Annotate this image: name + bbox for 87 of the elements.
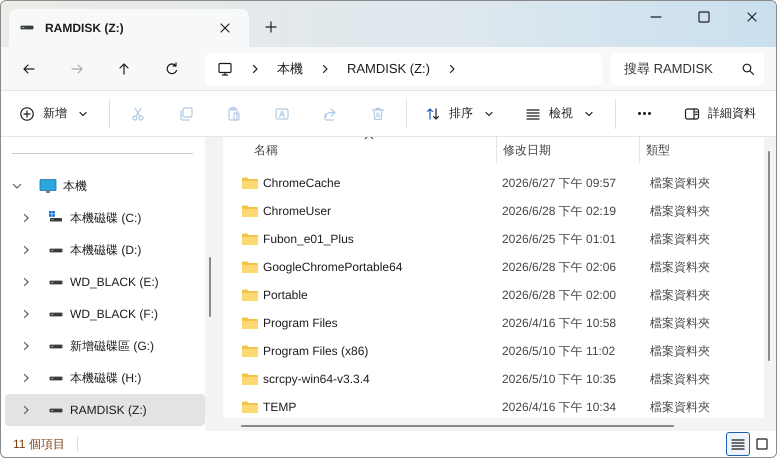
- tree-item[interactable]: RAMDISK (Z:): [5, 394, 205, 426]
- search-field[interactable]: 搜尋 RAMDISK: [610, 52, 764, 85]
- rename-icon: [274, 106, 290, 122]
- folder-icon: [241, 343, 259, 360]
- clipboard-icon: [226, 106, 242, 122]
- folder-icon: [241, 175, 259, 192]
- modified-date: 2026/6/28 下午 02:00: [501, 286, 618, 304]
- breadcrumb-item[interactable]: 本機: [276, 60, 303, 78]
- file-type: 檔案資料夾: [649, 174, 710, 192]
- file-type: 檔案資料夾: [649, 342, 710, 360]
- tree-item[interactable]: WD_BLACK (F:): [5, 298, 205, 330]
- file-name[interactable]: Program Files: [263, 316, 338, 330]
- file-type: 檔案資料夾: [649, 370, 710, 388]
- tree-item[interactable]: 本機: [5, 170, 205, 202]
- scrollbar-thumb[interactable]: [768, 151, 770, 362]
- address-bar[interactable]: 本機 RAMDISK (Z:): [204, 52, 602, 85]
- file-type: 檔案資料夾: [649, 398, 710, 416]
- tree-item[interactable]: 本機磁碟 (H:): [5, 362, 205, 394]
- sort-button[interactable]: 排序: [417, 98, 505, 130]
- scrollbar-thumb[interactable]: [241, 425, 674, 428]
- modified-date: 2026/4/16 下午 10:34: [501, 398, 618, 416]
- column-header[interactable]: 名稱: [223, 137, 496, 164]
- column-header[interactable]: 修改日期: [496, 137, 639, 164]
- window-tab[interactable]: RAMDISK (Z:): [9, 8, 249, 47]
- drive-icon: [49, 280, 63, 285]
- monitor-icon: [216, 60, 233, 77]
- share-icon: [322, 106, 338, 122]
- folder-icon: [241, 399, 259, 416]
- plus-icon: [263, 18, 279, 35]
- tree-item[interactable]: 新增磁碟區 (G:): [5, 330, 205, 362]
- file-name[interactable]: GoogleChromePortable64: [263, 260, 402, 274]
- file-type: 檔案資料夾: [649, 202, 710, 220]
- drive-icon: [20, 25, 34, 30]
- modified-date: 2026/6/25 下午 01:01: [501, 230, 618, 248]
- tab-title: RAMDISK (Z:): [45, 20, 125, 35]
- file-type: 檔案資料夾: [649, 258, 710, 276]
- trash-icon: [370, 106, 386, 122]
- folder-icon: [241, 259, 259, 276]
- modified-date: 2026/6/28 下午 02:19: [501, 202, 618, 220]
- scrollbar-thumb[interactable]: [209, 257, 211, 318]
- modified-date: 2026/5/10 下午 11:02: [501, 342, 616, 360]
- maximize-icon: [696, 9, 712, 25]
- drive-icon: [49, 344, 63, 349]
- file-name[interactable]: Program Files (x86): [263, 344, 368, 358]
- search-button[interactable]: [740, 60, 756, 77]
- tree-item[interactable]: WD_BLACK (E:): [5, 266, 205, 298]
- item-count: 11 個項目: [13, 436, 65, 453]
- file-name[interactable]: scrcpy-win64-v3.3.4: [263, 372, 370, 386]
- folder-icon: [241, 287, 259, 304]
- folder-icon: [241, 231, 259, 248]
- tree-item[interactable]: 本機磁碟 (C:): [5, 202, 205, 234]
- details-pane-button[interactable]: 詳細資料: [676, 98, 764, 130]
- new-button[interactable]: 新增: [11, 98, 99, 130]
- modified-date: 2026/5/10 下午 10:35: [501, 370, 618, 388]
- file-name[interactable]: ChromeUser: [263, 204, 332, 218]
- modified-date: 2026/4/16 下午 10:58: [501, 314, 618, 332]
- view-button[interactable]: 檢視: [517, 98, 605, 130]
- minimize-icon: [650, 16, 662, 18]
- column-header[interactable]: 類型: [639, 137, 761, 164]
- drive-icon: [49, 248, 63, 253]
- file-type: 檔案資料夾: [649, 286, 710, 304]
- folder-icon: [241, 203, 259, 220]
- sort-arrows-icon: [425, 106, 441, 122]
- file-type: 檔案資料夾: [649, 314, 710, 332]
- folder-icon: [241, 371, 259, 388]
- breadcrumb-item[interactable]: RAMDISK (Z:): [346, 61, 430, 76]
- monitor-icon: [39, 178, 57, 194]
- modified-date: 2026/6/27 下午 09:57: [501, 174, 618, 192]
- drive-icon: [49, 376, 63, 381]
- file-name[interactable]: ChromeCache: [263, 176, 340, 190]
- folder-icon: [241, 315, 259, 332]
- modified-date: 2026/6/28 下午 02:06: [501, 258, 618, 276]
- drive-icon: [49, 408, 63, 413]
- file-name[interactable]: TEMP: [263, 400, 296, 414]
- more-dots-icon: [638, 112, 650, 116]
- scissors-icon: [130, 106, 146, 122]
- tiles-view-icon: [754, 436, 770, 452]
- copy-icon: [178, 106, 194, 122]
- file-type: 檔案資料夾: [649, 230, 710, 248]
- tree-item[interactable]: 本機磁碟 (D:): [5, 234, 205, 266]
- details-pane-icon: [684, 106, 700, 122]
- search-icon: [740, 60, 756, 77]
- file-name[interactable]: Fubon_e01_Plus: [263, 232, 354, 246]
- file-name[interactable]: Portable: [263, 288, 308, 302]
- plus-circle-icon: [19, 106, 35, 122]
- drive-icon: [49, 312, 63, 317]
- details-view-button[interactable]: [726, 432, 750, 456]
